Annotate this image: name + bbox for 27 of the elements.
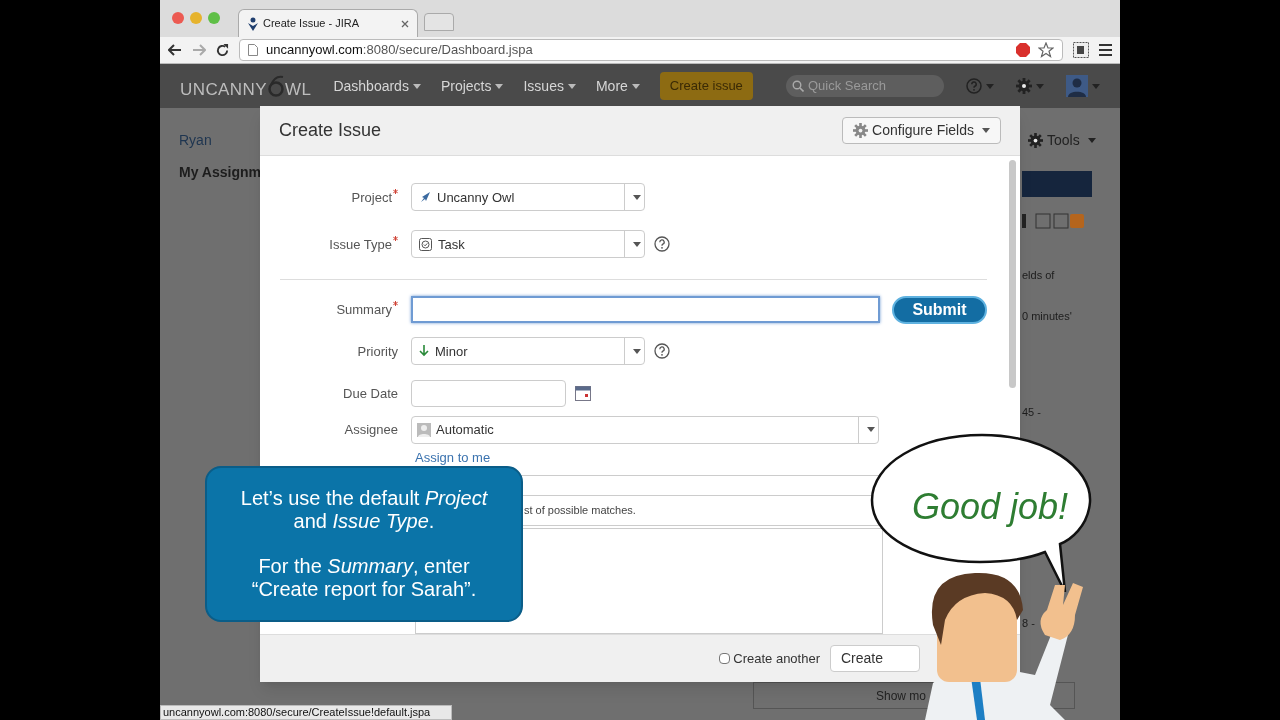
bubble-text: Good job! xyxy=(912,485,1069,529)
callout-text: For the Summary, enter “Create report for Sarah”. xyxy=(250,555,478,601)
status-bar: uncannyowl.com:8080/secure/CreateIssue!default.jspa xyxy=(160,705,452,720)
field-label: Due Date xyxy=(343,384,398,403)
search-placeholder: Quick Search xyxy=(808,77,887,96)
logo-text: UNCANNY xyxy=(180,79,268,102)
field-label: Summary xyxy=(336,301,392,320)
checkbox-label: Create another xyxy=(733,649,820,668)
field-label: Project xyxy=(351,188,392,207)
callout-text: Let’s use the default Project and Issue Type. xyxy=(239,487,489,533)
select-value: Uncanny Owl xyxy=(437,188,515,207)
url-text: uncannyowl.com:8080/secure/Dashboard.jspa xyxy=(266,41,534,60)
logo-text: WL xyxy=(285,79,312,102)
field-label: Assignee xyxy=(344,421,398,440)
select-value: Task xyxy=(438,235,465,254)
text-fragment: 0 minutes' xyxy=(1022,308,1073,324)
text-fragment: 8 - xyxy=(1022,615,1036,631)
field-label: Priority xyxy=(357,342,398,361)
text-fragment: elds of xyxy=(1022,268,1056,283)
select-value: Minor xyxy=(435,342,468,361)
section-title: My Assignm xyxy=(179,163,260,182)
field-label: Issue Type xyxy=(329,235,392,254)
tab-title: Create Issue - JIRA xyxy=(263,16,360,32)
text-fragment: 45 - xyxy=(1022,405,1042,420)
dialog-title: Create Issue xyxy=(279,118,383,142)
select-value: Automatic xyxy=(436,421,494,440)
hint-text: st of possible matches. xyxy=(524,503,636,519)
